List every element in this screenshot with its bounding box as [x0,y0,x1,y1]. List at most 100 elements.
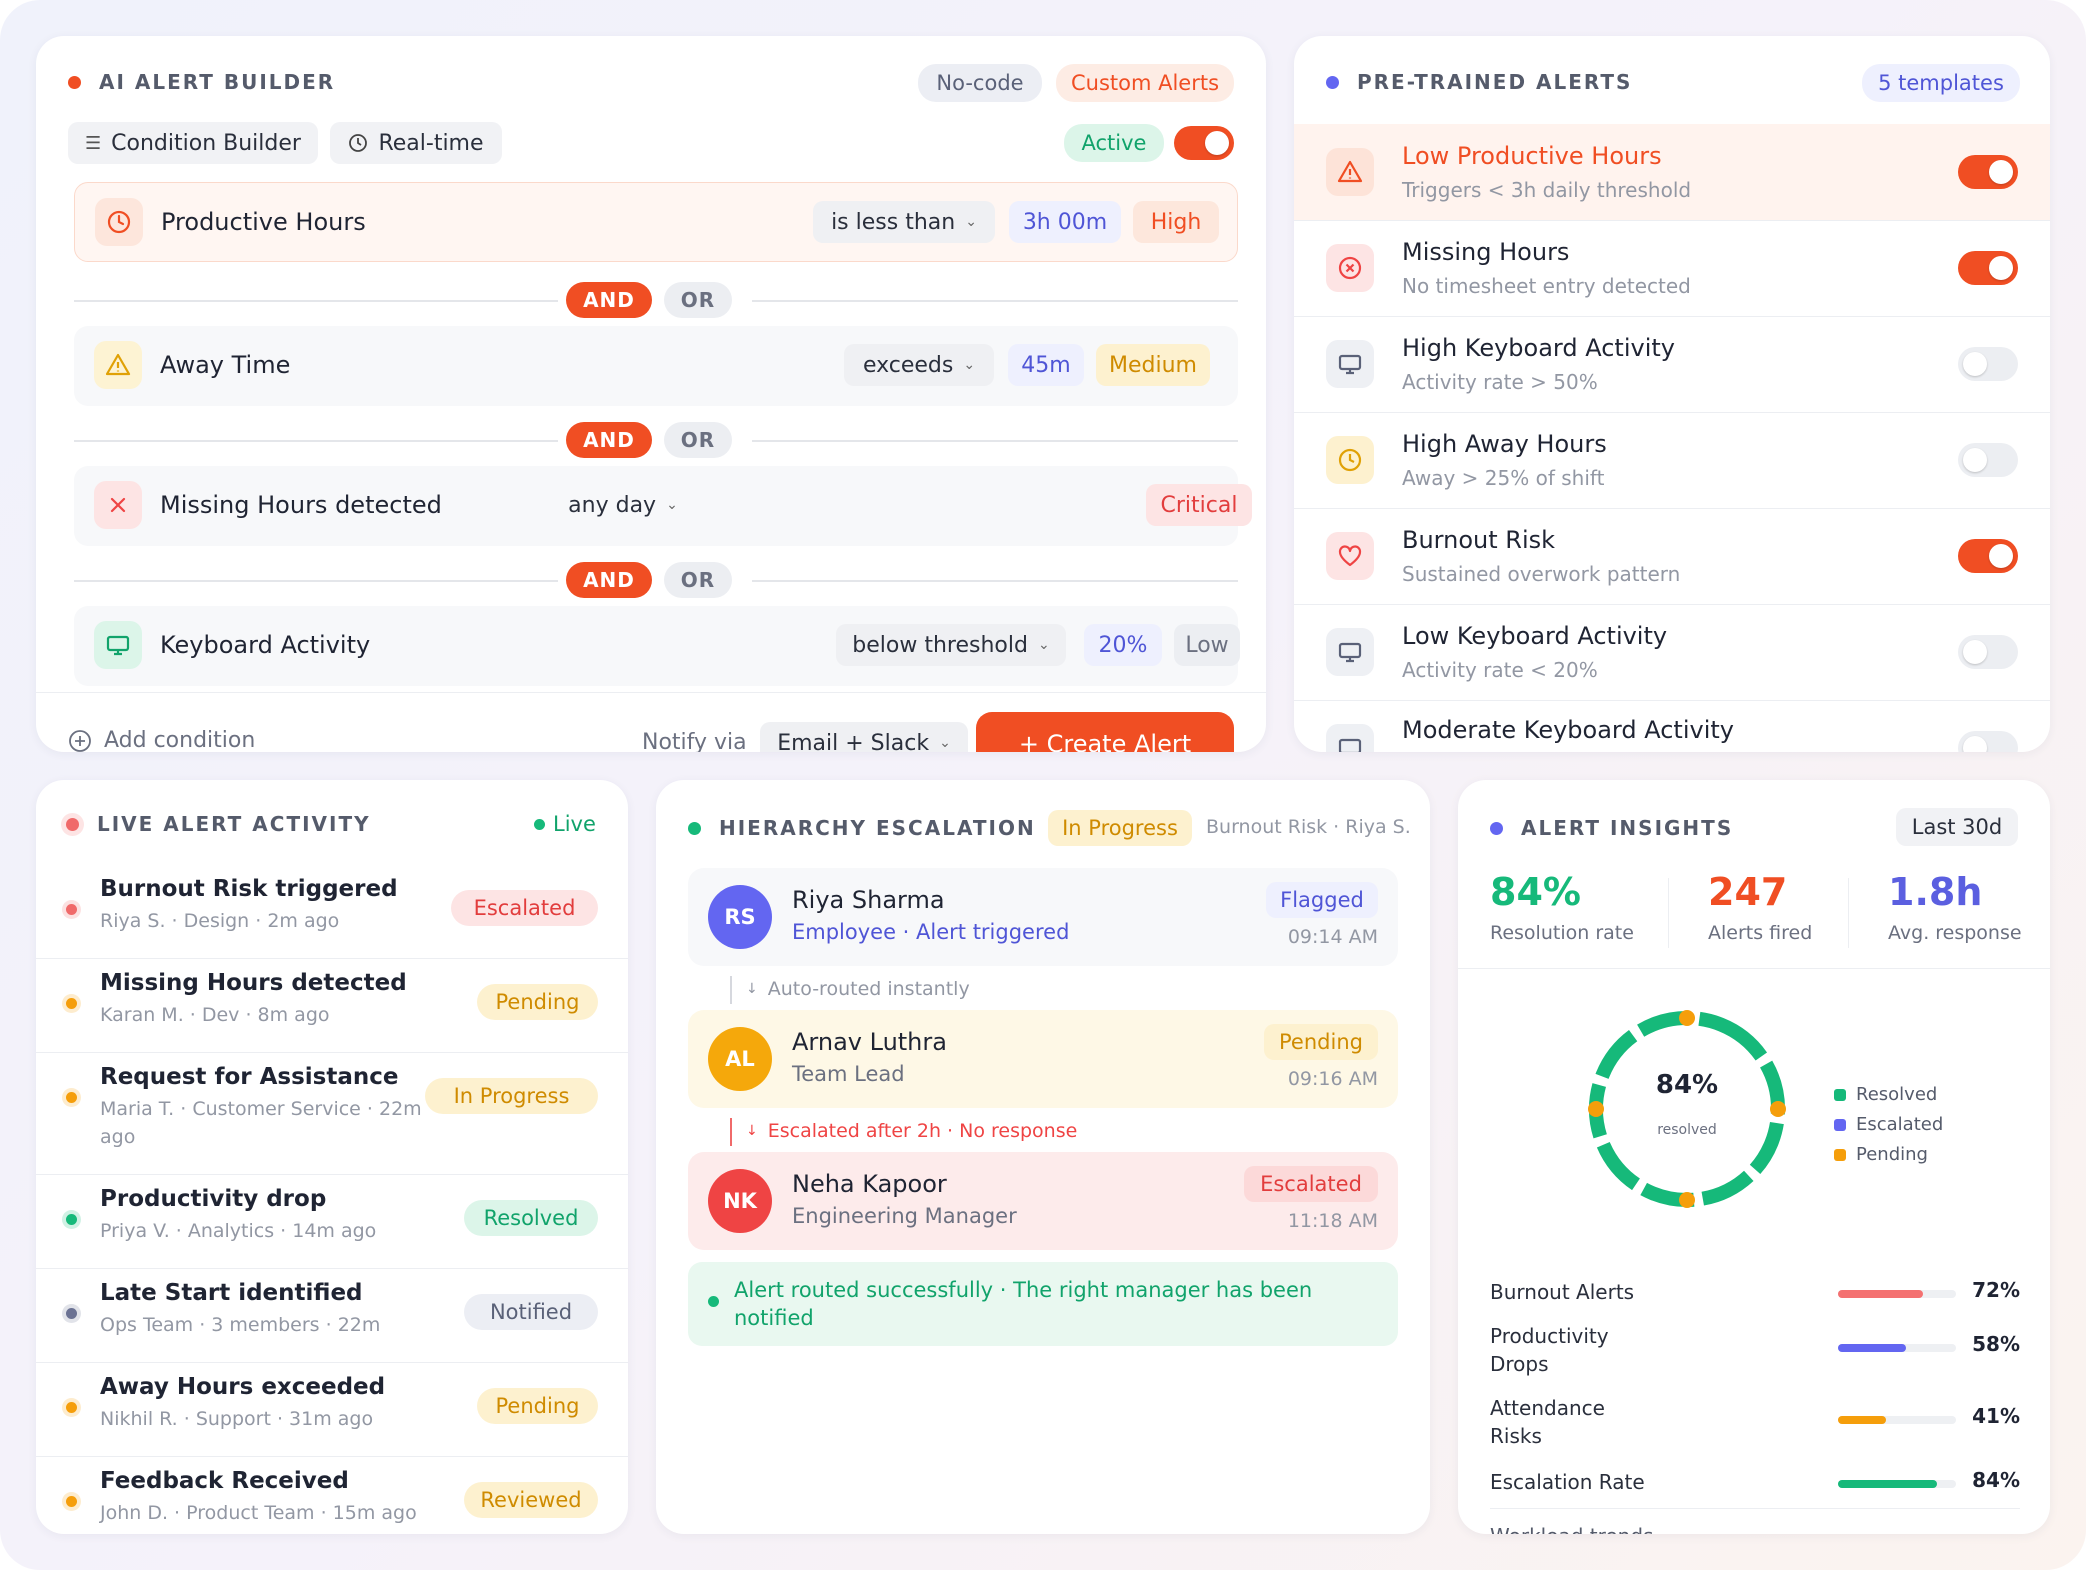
metric-label: Productivity Drops [1490,1324,1609,1376]
create-alert-button[interactable]: + Create Alert [976,712,1234,752]
status-badge: Pending [477,984,598,1020]
avatar: NK [708,1169,772,1233]
person-role: Team Lead [792,1062,905,1086]
add-condition-button[interactable]: Add condition [68,728,255,752]
person-name: Neha Kapoor [792,1170,947,1198]
operator-select[interactable]: below threshold ⌄ [836,624,1066,666]
operator-select[interactable]: any day ⌄ [560,484,686,526]
template-toggle[interactable] [1958,155,2018,189]
metric-label: Attendance Risks [1490,1396,1605,1448]
alert-title: Late Start identified [100,1280,363,1306]
stat-value: 84% [1490,870,1581,914]
escalation-header: HIERARCHY ESCALATION [688,816,1036,840]
monitor-icon [1326,628,1374,676]
alert-title: Feedback Received [100,1468,349,1494]
avatar: RS [708,885,772,949]
status-badge: Resolved [464,1200,598,1236]
pending-badge: Pending [1264,1024,1378,1060]
status-dot [68,75,81,89]
avatar: AL [708,1027,772,1091]
notify-select[interactable]: Email + Slack ⌄ [760,722,968,752]
condition-value[interactable]: 45m [1008,344,1084,386]
condition-row: Missing Hours detected any day ⌄ Critical [74,466,1252,546]
operator-select[interactable]: exceeds ⌄ [844,344,994,386]
list-item[interactable]: Missing Hours detected Karan M. · Dev · … [36,958,628,1052]
template-toggle[interactable] [1958,443,2018,477]
or-button[interactable]: OR [664,282,732,318]
or-button[interactable]: OR [664,562,732,598]
and-button[interactable]: AND [566,422,652,458]
stat-label: Avg. response [1888,922,2022,944]
condition-value[interactable]: 20% [1084,624,1162,666]
templates-count-badge: 5 templates [1862,64,2020,102]
list-item[interactable]: Productivity drop Priya V. · Analytics ·… [36,1174,628,1268]
status-badge: Pending [477,1388,598,1424]
condition-label: Missing Hours detected [160,491,442,519]
metric-bar-row: Escalation Rate 84% [1490,1468,2020,1528]
condition-label: Away Time [160,351,291,379]
status-badge: Reviewed [464,1482,598,1518]
period-select[interactable]: Last 30d [1896,808,2018,846]
arrow-down-icon: ↓ [746,1123,758,1139]
clock-icon [1326,436,1374,484]
donut-legend: Resolved Escalated Pending [1834,1080,1943,1170]
stat-block: 1.8h Avg. response [1888,870,2022,944]
monitor-icon [1326,340,1374,388]
template-row[interactable]: Burnout Risk Sustained overwork pattern [1294,508,2050,604]
active-toggle[interactable] [1174,126,1234,160]
condition-label: Productive Hours [161,208,366,236]
in-progress-badge: In Progress [1048,810,1192,846]
and-button[interactable]: AND [566,282,652,318]
template-row[interactable]: Low Keyboard Activity Activity rate < 20… [1294,604,2050,700]
success-message: Alert routed successfully · The right ma… [734,1278,1313,1330]
metric-bar-row: Attendance Risks 41% [1490,1394,2020,1454]
severity-badge: Critical [1146,484,1252,526]
metric-bar [1838,1290,1956,1298]
template-row[interactable]: High Away Hours Away > 25% of shift [1294,412,2050,508]
template-desc: Activity rate > 50% [1402,370,1598,394]
list-item[interactable]: Request for Assistance Maria T. · Custom… [36,1052,628,1174]
escalation-title: HIERARCHY ESCALATION [719,816,1036,840]
or-button[interactable]: OR [664,422,732,458]
chevron-down-icon: ⌄ [963,357,976,373]
template-desc: Away > 25% of shift [1402,466,1605,490]
legend-resolved: Resolved [1856,1084,1938,1105]
insights-header: ALERT INSIGHTS [1490,816,1733,840]
alert-title: Away Hours exceeded [100,1374,386,1400]
template-row[interactable]: Low Productive Hours Triggers < 3h daily… [1294,124,2050,220]
metric-value: 58% [1972,1332,2020,1356]
list-item[interactable]: Away Hours exceeded Nikhil R. · Support … [36,1362,628,1456]
alert-title: Missing Hours detected [100,970,407,996]
chevron-down-icon: ⌄ [939,735,951,751]
template-toggle[interactable] [1958,347,2018,381]
divider [752,440,1238,442]
template-row[interactable]: Moderate Keyboard Activity [1294,700,2050,752]
template-row[interactable]: High Keyboard Activity Activity rate > 5… [1294,316,2050,412]
list-item[interactable]: Burnout Risk triggered Riya S. · Design … [36,864,628,958]
metric-bar [1838,1344,1956,1352]
status-dot [66,1308,77,1319]
and-button[interactable]: AND [566,562,652,598]
template-row[interactable]: Missing Hours No timesheet entry detecte… [1294,220,2050,316]
clock-icon [349,134,368,152]
template-toggle[interactable] [1958,539,2018,573]
realtime-tab[interactable]: Real-time [330,122,502,164]
condition-value[interactable]: 3h 00m [1009,201,1121,243]
list-item[interactable]: Late Start identified Ops Team · 3 membe… [36,1268,628,1362]
status-badge: Notified [464,1294,598,1330]
list-item[interactable]: Feedback Received John D. · Product Team… [36,1456,628,1534]
divider [1458,968,2050,969]
person-role: Engineering Manager [792,1204,1017,1228]
condition-builder-tab[interactable]: ☰ Condition Builder [68,122,318,164]
operator-select[interactable]: is less than ⌄ [813,201,995,243]
metric-bar-fill [1838,1480,1938,1488]
metric-value: 72% [1972,1278,2020,1302]
status-dot [1326,75,1339,89]
x-circle-icon [1326,244,1374,292]
x-icon [94,481,142,529]
template-toggle[interactable] [1958,635,2018,669]
template-toggle[interactable] [1958,731,2018,752]
flagged-badge: Flagged [1266,882,1378,918]
template-toggle[interactable] [1958,251,2018,285]
chevron-down-icon: ⌄ [1037,637,1050,653]
